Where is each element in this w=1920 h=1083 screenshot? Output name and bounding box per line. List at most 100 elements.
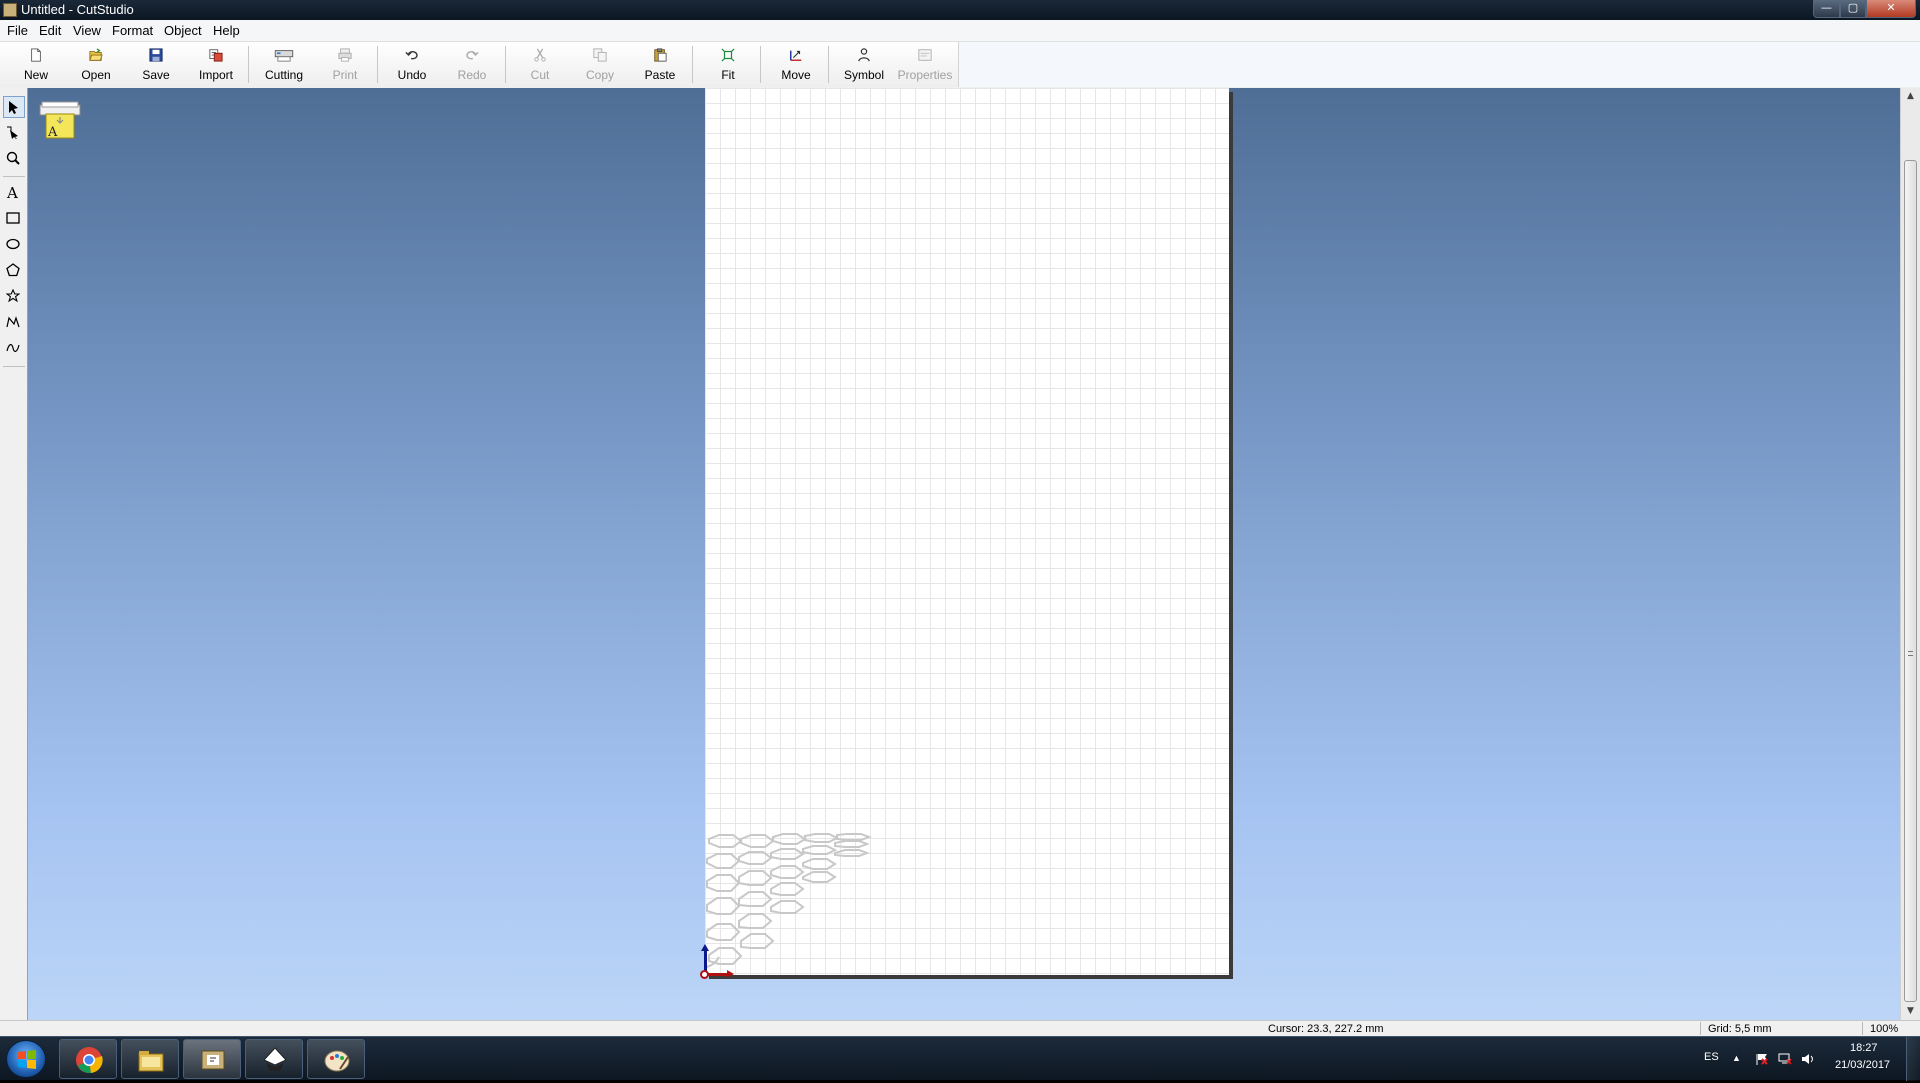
vertical-scrollbar[interactable]: ▲ ▼ <box>1900 88 1920 1020</box>
polygon-tool[interactable] <box>3 260 25 282</box>
toolbar-separator <box>692 46 693 83</box>
close-button[interactable]: ✕ <box>1866 0 1916 18</box>
scrollbar-grip-icon <box>1908 651 1913 656</box>
text-icon: A <box>6 185 18 199</box>
new-button[interactable]: New <box>6 44 66 85</box>
cut-label: Cut <box>530 68 550 82</box>
undo-arrow-icon <box>405 51 418 60</box>
save-disk-icon <box>149 48 163 62</box>
print-label: Print <box>332 68 358 82</box>
menu-format[interactable]: Format <box>112 23 153 38</box>
clock-time[interactable]: 18:27 <box>1850 1042 1878 1054</box>
menu-file[interactable]: File <box>7 23 28 38</box>
rectangle-tool[interactable] <box>3 208 25 230</box>
move-button[interactable]: Move <box>766 44 826 85</box>
undo-button[interactable]: Undo <box>382 44 442 85</box>
x-axis-arrow <box>706 970 734 978</box>
open-button[interactable]: Open <box>66 44 126 85</box>
cut-button[interactable]: Cut <box>510 44 570 85</box>
move-icon <box>790 50 802 61</box>
menu-help[interactable]: Help <box>213 23 240 38</box>
cutstudio-app-icon[interactable] <box>3 3 17 17</box>
title-bar[interactable]: Untitled - CutStudio — ▢ ✕ <box>0 0 1920 20</box>
polyline-icon <box>6 316 20 328</box>
paste-clipboard-icon <box>654 48 667 62</box>
honeycomb-paths <box>706 833 872 968</box>
cutting-button[interactable]: Cutting <box>252 44 316 85</box>
curve-tool[interactable] <box>3 338 25 360</box>
save-button[interactable]: Save <box>126 44 186 85</box>
zoom-icon <box>6 151 20 165</box>
zoom-level: 100% <box>1870 1023 1899 1035</box>
language-indicator[interactable]: ES <box>1704 1051 1719 1063</box>
import-icon <box>209 49 223 62</box>
text-tool-glyph: A <box>6 185 18 199</box>
volume-icon[interactable] <box>1801 1053 1815 1065</box>
curve-icon <box>6 344 20 352</box>
main-toolbar: New Open Save Import Cutting Print Undo … <box>0 42 1920 87</box>
cutting-machine-icon[interactable]: A <box>38 100 82 142</box>
paste-button[interactable]: Paste <box>630 44 690 85</box>
text-tool[interactable]: A <box>3 182 25 204</box>
windows-logo-icon <box>18 1050 36 1069</box>
drawing-canvas[interactable]: A <box>28 88 1900 1020</box>
windows-taskbar: ES ▲ 18:27 21/03/2017 <box>0 1036 1920 1081</box>
redo-button[interactable]: Redo <box>442 44 502 85</box>
taskbar-inkscape[interactable] <box>245 1039 303 1079</box>
tray-expand-arrow[interactable]: ▲ <box>1732 1053 1741 1063</box>
fit-button[interactable]: Fit <box>698 44 758 85</box>
origin-marker[interactable] <box>700 970 709 979</box>
minimize-button[interactable]: — <box>1813 0 1840 18</box>
select-tool[interactable] <box>3 96 25 118</box>
move-label: Move <box>781 68 811 82</box>
node-edit-icon <box>7 126 18 139</box>
taskbar-cutstudio[interactable] <box>183 1039 241 1079</box>
scrollbar-thumb[interactable] <box>1904 160 1917 1002</box>
file-explorer-icon <box>138 1051 164 1072</box>
properties-button[interactable]: Properties <box>894 44 956 85</box>
import-button[interactable]: Import <box>186 44 246 85</box>
cutstudio-icon <box>201 1050 225 1070</box>
ellipse-tool[interactable] <box>3 234 25 256</box>
status-separator <box>1700 1022 1701 1035</box>
copy-button[interactable]: Copy <box>570 44 630 85</box>
ellipse-icon <box>6 238 20 250</box>
maximize-button[interactable]: ▢ <box>1840 0 1866 18</box>
cursor-position: Cursor: 23.3, 227.2 mm <box>1268 1023 1384 1035</box>
symbol-button[interactable]: Symbol <box>834 44 894 85</box>
clock-date[interactable]: 21/03/2017 <box>1835 1059 1890 1071</box>
toolbar-buttons-area: New Open Save Import Cutting Print Undo … <box>0 42 958 87</box>
star-tool[interactable] <box>3 286 25 308</box>
toolbar-separator <box>505 46 506 83</box>
toolbar-empty-area <box>958 42 1920 87</box>
print-button[interactable]: Print <box>316 44 374 85</box>
scroll-up-arrow[interactable]: ▲ <box>1901 88 1920 105</box>
node-edit-tool[interactable] <box>3 122 25 144</box>
zoom-tool[interactable] <box>3 148 25 170</box>
toolbar-separator <box>828 46 829 83</box>
machine-label: A <box>47 125 58 140</box>
menu-view[interactable]: View <box>73 23 101 38</box>
scissors-icon <box>534 48 546 62</box>
network-icon[interactable] <box>1778 1053 1792 1065</box>
taskbar-paint[interactable] <box>307 1039 365 1079</box>
start-button[interactable] <box>6 1040 46 1078</box>
tool-separator <box>3 176 25 177</box>
symbol-label: Symbol <box>843 68 884 82</box>
scroll-down-arrow[interactable]: ▼ <box>1901 1003 1920 1020</box>
import-label: Import <box>198 68 233 82</box>
new-document-icon <box>31 48 41 62</box>
taskbar-file-explorer[interactable] <box>121 1039 179 1079</box>
action-center-flag-icon[interactable] <box>1755 1053 1769 1065</box>
menu-bar: File Edit View Format Object Help <box>0 20 1920 42</box>
honeycomb-object[interactable] <box>705 833 885 973</box>
fit-label: Fit <box>721 68 735 82</box>
taskbar-chrome[interactable] <box>59 1039 117 1079</box>
copy-label: Copy <box>585 68 614 82</box>
menu-edit[interactable]: Edit <box>39 23 61 38</box>
tool-separator <box>3 366 25 367</box>
window-title: Untitled - CutStudio <box>21 2 134 17</box>
polyline-tool[interactable] <box>3 312 25 334</box>
show-desktop-button[interactable] <box>1906 1037 1920 1081</box>
menu-object[interactable]: Object <box>164 23 202 38</box>
